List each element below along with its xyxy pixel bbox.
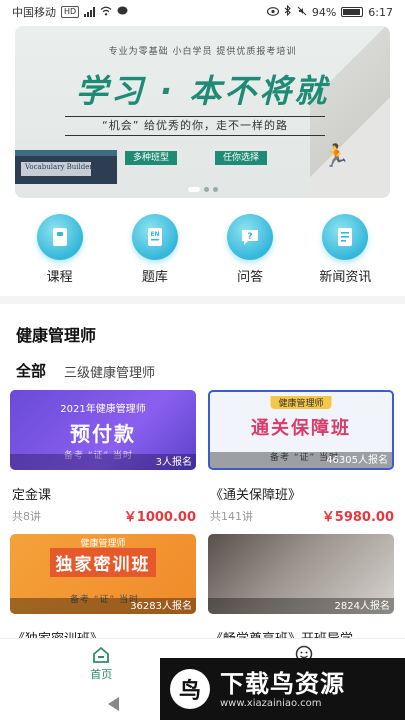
enrolled-count: 46305人报名: [326, 455, 388, 466]
category-label: 问答: [237, 270, 264, 285]
nav-home-label: 首页: [90, 667, 113, 681]
news-icon: [322, 214, 369, 260]
section-title: 健康管理师: [16, 326, 97, 345]
book-title: Vocabulary Builder: [25, 163, 93, 171]
carrier-label: 中国移动: [12, 6, 56, 19]
lesson-count: 共8讲: [12, 510, 41, 523]
watermark: 鸟 下载鸟资源 www.xiazainiao.com: [160, 658, 405, 720]
home-icon: [93, 646, 110, 663]
enrolled-count: 36283人报名: [130, 601, 192, 612]
carousel-dot: [203, 187, 209, 192]
book-icon: [36, 214, 83, 260]
course-card[interactable]: 2021年健康管理师 预付款 备考 “证” 当时 3人报名 定金课 共8讲 ￥1…: [10, 390, 196, 525]
category-label: 题库: [141, 270, 168, 285]
battery-percent: 94%: [311, 5, 337, 19]
wifi-icon: [100, 6, 112, 19]
thumb-headline: 独家密训班: [50, 548, 156, 577]
tab-all[interactable]: 全部: [13, 360, 49, 381]
clock: 6:17: [368, 5, 393, 19]
lesson-count: 共141讲: [210, 510, 253, 523]
course-filter-tabs: 全部 三级健康管理师: [13, 360, 155, 381]
course-thumbnail: 2824人报名: [208, 534, 394, 614]
thumb-pill: 健康管理师: [270, 396, 332, 409]
category-nav: 课程 EN 题库 ? 问答 新闻资讯: [0, 214, 405, 285]
thumb-headline: 预付款: [70, 422, 136, 446]
category-qa[interactable]: ? 问答: [210, 214, 290, 285]
banner-book-illustration: Vocabulary Builder: [15, 150, 117, 184]
course-title: 定金课: [12, 488, 52, 503]
course-thumbnail: 2021年健康管理师 预付款 备考 “证” 当时 3人报名: [10, 390, 196, 470]
svg-text:?: ?: [248, 232, 253, 242]
promo-banner[interactable]: 专业为零基础 小白学员 提供优质报考培训 学习 · 本不将就 “机会” 给优秀的…: [15, 26, 390, 198]
watermark-title: 下载鸟资源: [220, 669, 345, 698]
runner-figure-icon: 🏃: [322, 144, 350, 169]
category-label: 课程: [46, 270, 73, 285]
course-price: ￥1000.00: [123, 510, 196, 525]
qa-bubble-icon: ?: [227, 214, 274, 260]
category-news[interactable]: 新闻资讯: [305, 214, 385, 285]
banner-tagline: 专业为零基础 小白学员 提供优质报考培训: [108, 47, 297, 57]
enrolled-count: 3人报名: [155, 457, 192, 468]
message-icon: [117, 6, 128, 19]
bluetooth-icon: [284, 4, 292, 19]
system-nav-bar: [0, 688, 160, 720]
banner-tag-classes: 多种班型: [125, 151, 178, 165]
banner-headline: 学习 · 本不将就: [75, 72, 330, 110]
course-price: ￥5980.00: [321, 510, 394, 525]
course-card[interactable]: 健康管理师 通关保障班 备考 “证” 当时 46305人报名 《通关保障班》 共…: [208, 390, 394, 525]
category-question-bank[interactable]: EN 题库: [115, 214, 195, 285]
section-divider: [0, 296, 405, 304]
tab-level3[interactable]: 三级健康管理师: [64, 362, 155, 381]
status-bar: 中国移动 HD 94% 6:17: [0, 0, 405, 24]
banner-slogan: “机会” 给优秀的你，走不一样的路: [65, 116, 325, 136]
hd-badge: HD: [61, 6, 80, 18]
eye-icon: [266, 6, 279, 19]
course-thumbnail: 健康管理师 通关保障班 备考 “证” 当时 46305人报名: [208, 390, 394, 470]
course-thumbnail: 健康管理师 独家密训班 备考 “证” 当时 36283人报名: [10, 534, 196, 614]
carousel-dot: [212, 187, 218, 192]
category-course[interactable]: 课程: [20, 214, 100, 285]
battery-icon: [341, 7, 364, 17]
carousel-indicator: [15, 187, 390, 192]
course-title: 《通关保障班》: [210, 488, 302, 503]
category-label: 新闻资讯: [319, 270, 372, 285]
back-icon[interactable]: [108, 697, 119, 711]
signal-icon: [84, 7, 96, 17]
enrolled-count: 2824人报名: [334, 601, 390, 612]
svg-text:EN: EN: [150, 231, 159, 238]
thumb-line: 2021年健康管理师: [60, 404, 146, 415]
question-bank-icon: EN: [131, 214, 178, 260]
banner-tag-choice: 任你选择: [215, 151, 268, 165]
carousel-dot-active: [187, 187, 200, 192]
thumb-headline: 通关保障班: [251, 418, 351, 439]
watermark-url: www.xiazainiao.com: [220, 697, 322, 709]
mute-icon: [297, 6, 307, 19]
watermark-logo: 鸟: [170, 669, 210, 709]
